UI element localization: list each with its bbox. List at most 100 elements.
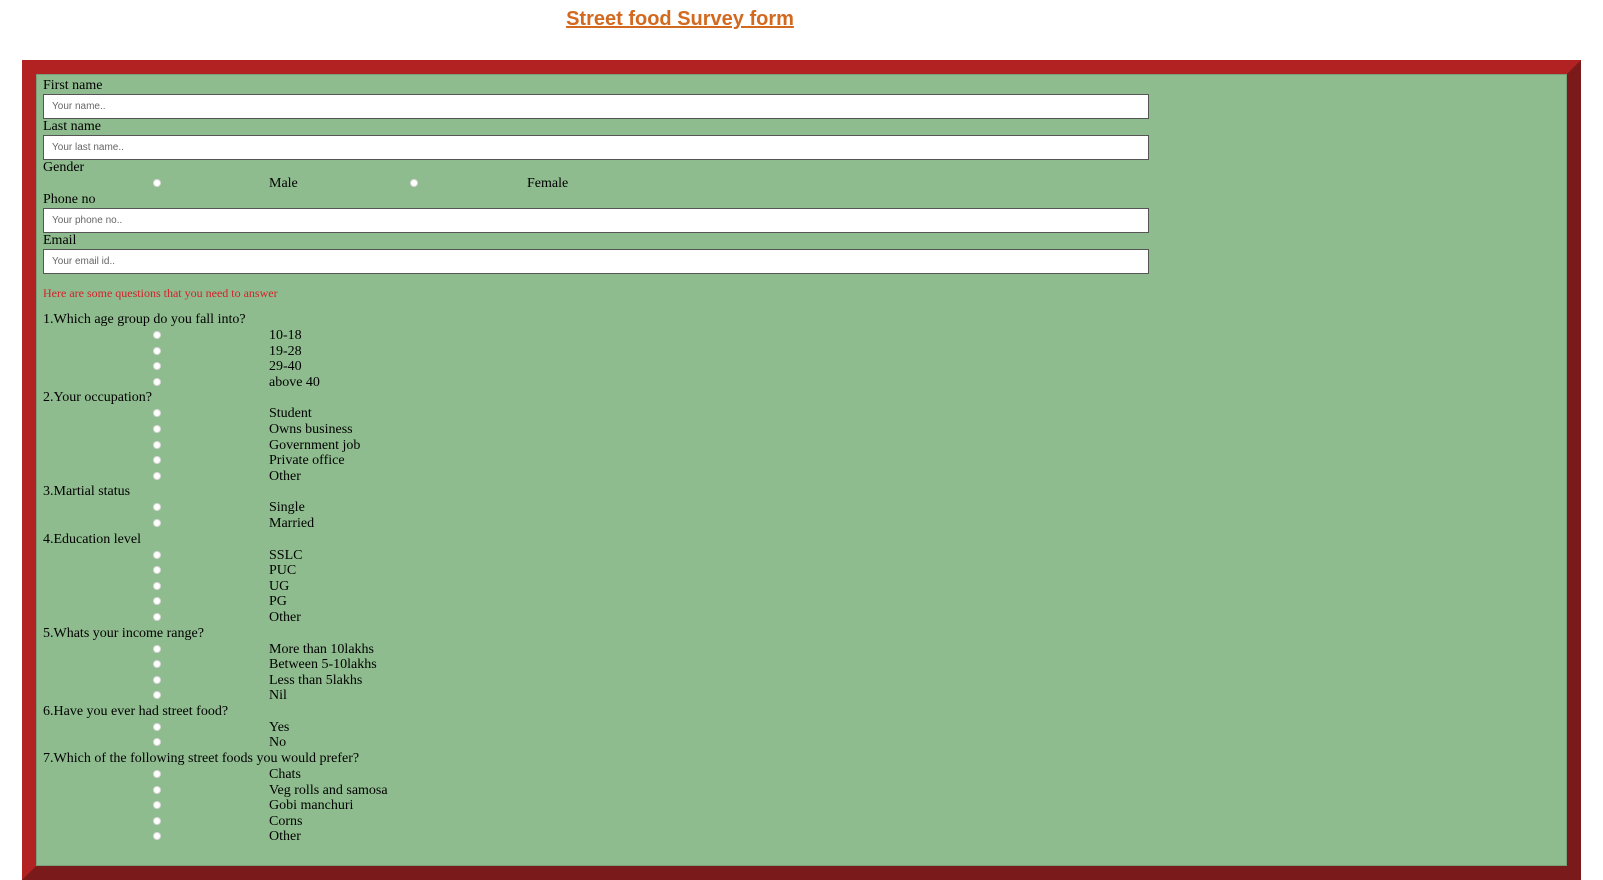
option-label: Private office	[269, 453, 345, 469]
option-label: Veg rolls and samosa	[269, 782, 388, 798]
option-label: Other	[269, 609, 301, 625]
option-radio[interactable]	[153, 785, 161, 794]
option-radio[interactable]	[153, 471, 161, 480]
option-radio[interactable]	[153, 456, 161, 465]
option-radio[interactable]	[153, 722, 161, 731]
option-radio[interactable]	[153, 550, 161, 559]
option-radio[interactable]	[153, 816, 161, 825]
survey-form-frame: First name Last name Gender Male Female …	[22, 60, 1581, 880]
question-label: 2.Your occupation?	[43, 390, 153, 406]
option-radio[interactable]	[153, 518, 161, 527]
option-label: 10-18	[269, 328, 302, 343]
gender-female-label: Female	[527, 176, 569, 191]
option-radio[interactable]	[153, 675, 161, 684]
option-radio[interactable]	[153, 738, 161, 747]
option-radio[interactable]	[153, 612, 161, 621]
question-option: Gobi manchuri	[43, 798, 1543, 814]
option-label: Gobi manchuri	[269, 798, 354, 814]
option-label: 29-40	[269, 359, 302, 375]
option-radio[interactable]	[153, 801, 161, 810]
question-option: above 40	[43, 375, 1543, 391]
email-label: Email	[43, 233, 77, 248]
question-option: 29-40	[43, 359, 1543, 375]
option-label: Yes	[269, 719, 290, 735]
option-label: Between 5-10lakhs	[269, 657, 377, 673]
question-option: PUC	[43, 563, 1543, 579]
first-name-input[interactable]	[43, 94, 1149, 119]
question-option: Less than 5lakhs	[43, 673, 1543, 689]
last-name-input[interactable]	[43, 135, 1149, 160]
phone-label: Phone no	[43, 192, 96, 207]
question-label: 7.Which of the following street foods yo…	[43, 751, 360, 767]
question-label: 3.Martial status	[43, 484, 131, 500]
option-label: Government job	[269, 437, 361, 453]
option-label: Corns	[269, 813, 303, 829]
option-label: More than 10lakhs	[269, 641, 374, 657]
question-option: No	[43, 735, 1543, 751]
question-label: 6.Have you ever had street food?	[43, 703, 229, 719]
question-option: SSLC	[43, 548, 1543, 564]
first-name-label: First name	[43, 78, 103, 93]
question-option: More than 10lakhs	[43, 642, 1543, 658]
question-option: Single	[43, 500, 1543, 516]
gender-label: Gender	[43, 160, 85, 175]
question-label: 1.Which age group do you fall into?	[43, 312, 246, 327]
option-label: above 40	[269, 374, 320, 390]
question-option: PG	[43, 594, 1543, 610]
option-radio[interactable]	[153, 503, 161, 512]
gender-options: Male Female	[43, 176, 1543, 192]
question-option: Between 5-10lakhs	[43, 657, 1543, 673]
option-label: PG	[269, 594, 287, 610]
option-radio[interactable]	[153, 770, 161, 779]
option-radio[interactable]	[153, 566, 161, 575]
question-option: Other	[43, 829, 1543, 845]
option-radio[interactable]	[153, 581, 161, 590]
option-label: Student	[269, 406, 312, 422]
question-option: Nil	[43, 688, 1543, 704]
option-label: Nil	[269, 688, 287, 704]
question-option: Chats	[43, 767, 1543, 783]
option-label: Less than 5lakhs	[269, 672, 363, 688]
questions-list: 1.Which age group do you fall into? 10-1…	[43, 312, 1543, 845]
option-label: Chats	[269, 767, 301, 783]
question-option: Other	[43, 469, 1543, 485]
email-input[interactable]	[43, 249, 1149, 274]
option-radio[interactable]	[153, 660, 161, 669]
option-radio[interactable]	[153, 644, 161, 653]
last-name-label: Last name	[43, 119, 101, 134]
option-radio[interactable]	[153, 597, 161, 606]
option-radio[interactable]	[153, 424, 161, 433]
question-option: UG	[43, 579, 1543, 595]
option-label: Single	[269, 500, 305, 516]
option-label: Other	[269, 829, 301, 845]
gender-male-label: Male	[269, 176, 298, 191]
option-label: 19-28	[269, 343, 302, 359]
option-radio[interactable]	[153, 691, 161, 700]
page-title: Street food Survey form	[566, 8, 794, 30]
option-label: SSLC	[269, 547, 303, 563]
option-radio[interactable]	[153, 440, 161, 449]
question-option: Corns	[43, 814, 1543, 830]
question-option: Owns business	[43, 422, 1543, 438]
question-option: 19-28	[43, 344, 1543, 360]
option-radio[interactable]	[153, 377, 161, 386]
phone-input[interactable]	[43, 208, 1149, 233]
option-radio[interactable]	[153, 346, 161, 355]
gender-male-radio[interactable]	[153, 179, 161, 187]
option-radio[interactable]	[153, 409, 161, 418]
question-option: Veg rolls and samosa	[43, 783, 1543, 799]
question-label: 5.Whats your income range?	[43, 625, 204, 641]
survey-form: First name Last name Gender Male Female …	[43, 78, 1543, 845]
question-option: Yes	[43, 720, 1543, 736]
gender-female-radio[interactable]	[410, 179, 418, 187]
question-option: Other	[43, 610, 1543, 626]
option-radio[interactable]	[153, 832, 161, 841]
option-label: PUC	[269, 563, 297, 579]
question-label: 4.Education level	[43, 531, 141, 547]
question-option: 10-18	[43, 328, 1543, 344]
question-option: Private office	[43, 453, 1543, 469]
questions-note: Here are some questions that you need to…	[43, 286, 278, 300]
option-radio[interactable]	[153, 331, 161, 339]
option-label: Married	[269, 515, 315, 531]
option-radio[interactable]	[153, 362, 161, 371]
